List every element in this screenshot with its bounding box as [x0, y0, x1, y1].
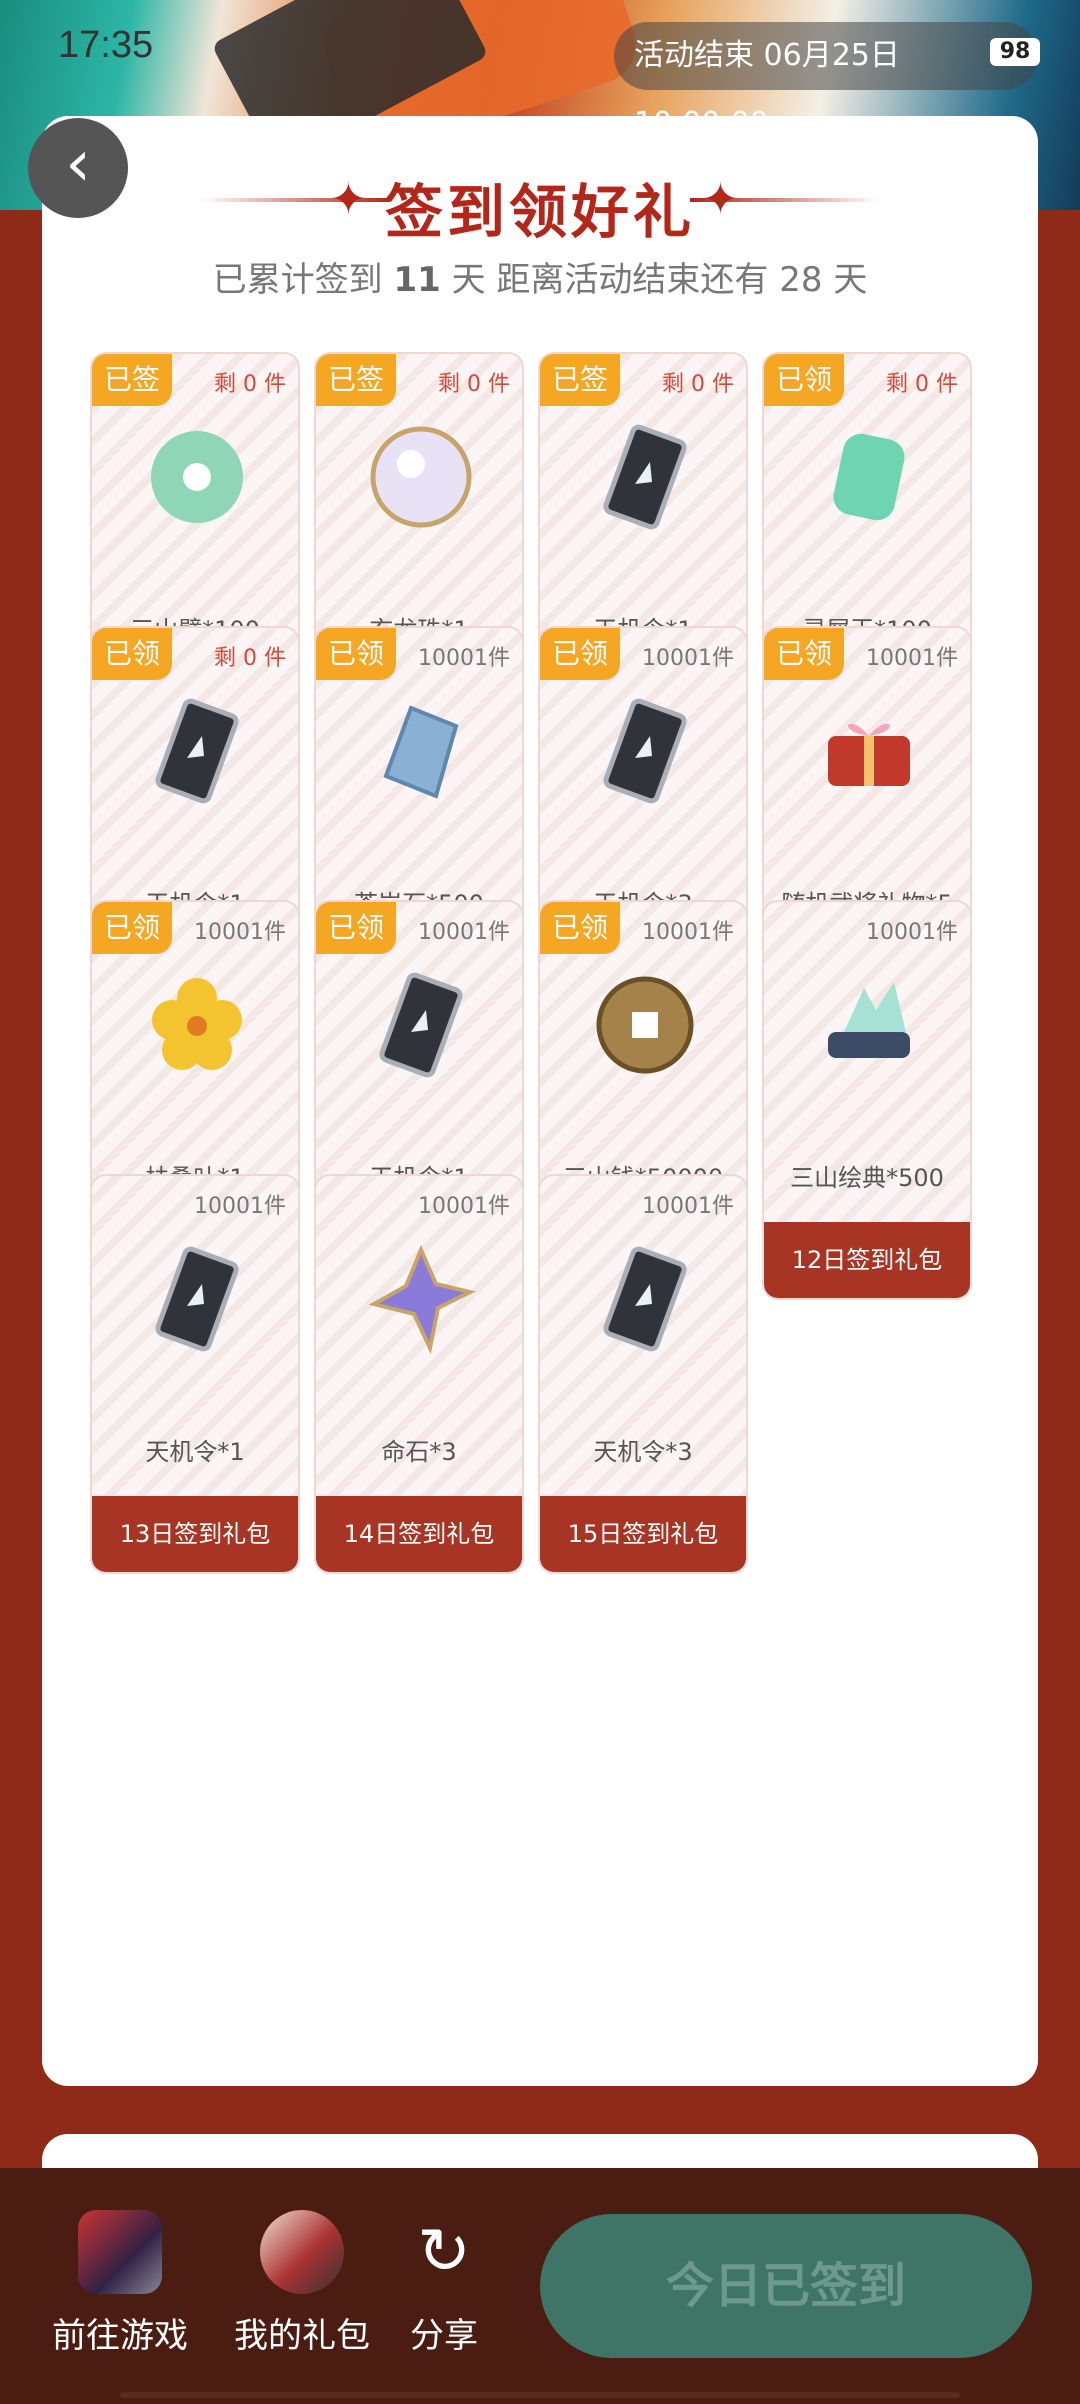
remaining-count: 10001件 — [194, 1194, 286, 1219]
scroll-icon — [814, 970, 924, 1080]
gift-avatar-icon — [260, 2210, 344, 2294]
remaining-count: 剩 0 件 — [214, 372, 286, 397]
status-time: 17:35 — [58, 24, 154, 66]
token-icon — [366, 970, 476, 1080]
reward-card[interactable]: 10001件三山绘典*500 12日签到礼包 — [762, 900, 972, 1300]
remaining-count: 剩 0 件 — [662, 372, 734, 397]
remaining-count: 10001件 — [418, 920, 510, 945]
claimed-badge: 已领 — [92, 628, 172, 680]
claimed-badge: 已领 — [540, 628, 620, 680]
flower-icon — [142, 970, 252, 1080]
page-title: 签到领好礼 — [384, 178, 695, 246]
token-icon — [590, 696, 700, 806]
share-button[interactable]: ↻ 分享 — [400, 2210, 488, 2357]
summary-prefix: 已累计签到 — [212, 260, 383, 300]
share-icon: ↻ — [417, 2215, 471, 2289]
summary-mid: 天 距离活动结束还有 — [451, 260, 769, 300]
activity-end-time: 活动结束 06月25日 10:00:00 — [614, 22, 1038, 141]
remaining-count: 10001件 — [642, 646, 734, 671]
reward-card[interactable]: 10001件天机令*3 15日签到礼包 — [538, 1174, 748, 1574]
pearl-icon — [366, 422, 476, 532]
day-gift-label: 14日签到礼包 — [316, 1496, 522, 1572]
remaining-days-count: 28 — [779, 260, 823, 300]
my-gifts-button[interactable]: 我的礼包 — [226, 2210, 378, 2357]
reward-item-name: 天机令*1 — [145, 1438, 245, 1466]
remaining-count: 10001件 — [642, 920, 734, 945]
reward-card[interactable]: 10001件命石*3 14日签到礼包 — [314, 1174, 524, 1574]
claimed-badge: 已签 — [316, 354, 396, 406]
stone-icon — [366, 696, 476, 806]
coin-icon — [590, 970, 700, 1080]
claimed-badge: 已领 — [316, 902, 396, 954]
token-icon — [590, 1244, 700, 1354]
reward-item-name: 天机令*3 — [593, 1438, 693, 1466]
remaining-count: 10001件 — [194, 920, 286, 945]
checkin-summary: 已累计签到 11 天 距离活动结束还有 28 天 — [0, 252, 1080, 301]
summary-suffix: 天 — [833, 260, 868, 300]
reward-item-name: 命石*3 — [381, 1438, 457, 1466]
remaining-count: 10001件 — [866, 646, 958, 671]
day-gift-label: 15日签到礼包 — [540, 1496, 746, 1572]
claimed-badge: 已领 — [764, 628, 844, 680]
remaining-count: 10001件 — [418, 1194, 510, 1219]
jade-disc-icon — [142, 422, 252, 532]
remaining-count: 10001件 — [418, 646, 510, 671]
signed-days-count: 11 — [393, 260, 441, 300]
remaining-count: 10001件 — [642, 1194, 734, 1219]
reward-item-name: 三山绘典*500 — [790, 1164, 944, 1192]
claimed-badge: 已签 — [540, 354, 620, 406]
back-button[interactable]: ‹ — [28, 118, 128, 218]
token-icon — [142, 1244, 252, 1354]
day-gift-label: 12日签到礼包 — [764, 1222, 970, 1298]
gift-box-icon — [814, 696, 924, 806]
title-divider-right — [690, 198, 880, 202]
page-title-wrap: 签到领好礼 — [0, 165, 1080, 249]
home-indicator — [120, 2392, 960, 2398]
remaining-count: 剩 0 件 — [214, 646, 286, 671]
remaining-count: 10001件 — [866, 920, 958, 945]
claimed-badge: 已签 — [92, 354, 172, 406]
battery-indicator: 98 — [990, 38, 1040, 66]
go-game-button[interactable]: 前往游戏 — [48, 2210, 192, 2357]
claimed-badge: 已领 — [540, 902, 620, 954]
reward-card[interactable]: 10001件天机令*1 13日签到礼包 — [90, 1174, 300, 1574]
game-icon — [78, 2210, 162, 2294]
jade-icon — [814, 422, 924, 532]
share-label: 分享 — [410, 2316, 478, 2356]
crystal-icon — [366, 1244, 476, 1355]
claimed-badge: 已领 — [764, 354, 844, 406]
token-icon — [590, 422, 700, 532]
remaining-count: 剩 0 件 — [438, 372, 510, 397]
status-bar: 17:35 活动结束 06月25日 10:00:00 98 — [0, 0, 1080, 141]
checkin-today-button[interactable]: 今日已签到 — [540, 2214, 1032, 2358]
go-game-label: 前往游戏 — [52, 2316, 188, 2356]
claimed-badge: 已领 — [92, 902, 172, 954]
claimed-badge: 已领 — [316, 628, 396, 680]
chevron-left-icon: ‹ — [65, 127, 91, 201]
token-icon — [142, 696, 252, 806]
remaining-count: 剩 0 件 — [886, 372, 958, 397]
my-gifts-label: 我的礼包 — [234, 2316, 370, 2356]
day-gift-label: 13日签到礼包 — [92, 1496, 298, 1572]
